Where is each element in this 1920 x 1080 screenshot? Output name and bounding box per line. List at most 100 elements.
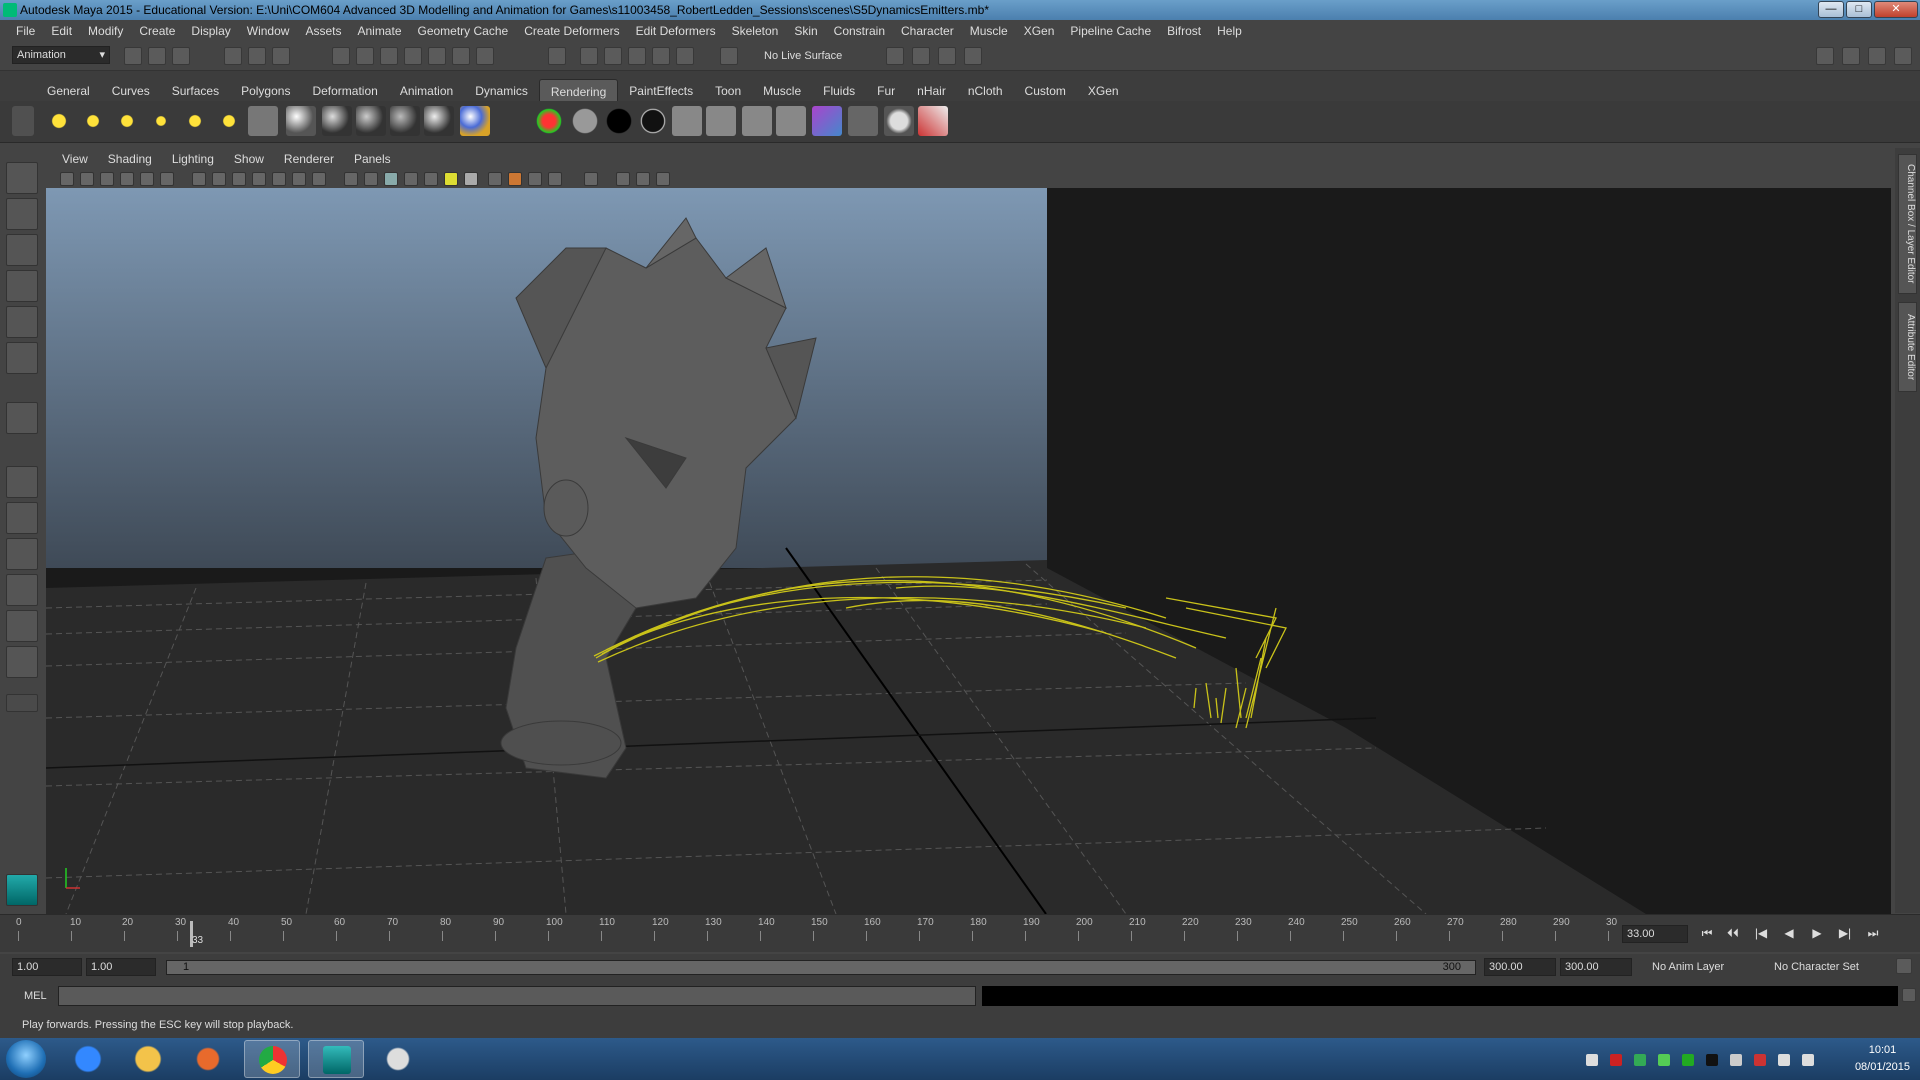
panel-menu-renderer[interactable]: Renderer xyxy=(274,152,344,166)
animation-preferences-icon[interactable] xyxy=(1896,958,1912,974)
go-to-start-button[interactable]: ⏮ xyxy=(1696,926,1718,942)
chrome-icon[interactable] xyxy=(244,1040,300,1078)
mel-command-input[interactable] xyxy=(58,986,976,1006)
anti-aliasing-icon[interactable] xyxy=(528,172,542,186)
new-scene-icon[interactable] xyxy=(124,47,142,65)
textured-icon[interactable] xyxy=(424,172,438,186)
play-forwards-button[interactable]: ▶ xyxy=(1806,926,1828,942)
panel-menu-panels[interactable]: Panels xyxy=(344,152,401,166)
two-d-pan-icon[interactable] xyxy=(140,172,154,186)
last-tool-icon[interactable] xyxy=(6,402,38,434)
render-view-icon[interactable] xyxy=(676,47,694,65)
select-hierarchy-icon[interactable] xyxy=(224,47,242,65)
four-view-layout-icon[interactable] xyxy=(6,502,38,534)
menu-assets[interactable]: Assets xyxy=(297,24,349,38)
open-scene-icon[interactable] xyxy=(148,47,166,65)
sidebar-toggle-icon[interactable] xyxy=(886,47,904,65)
paint-brush-icon[interactable] xyxy=(918,106,948,136)
bookmarks-icon[interactable] xyxy=(100,172,114,186)
smooth-shade-icon[interactable] xyxy=(364,172,378,186)
xray-components-icon[interactable] xyxy=(636,172,650,186)
anim-layer-dropdown[interactable]: No Anim Layer xyxy=(1652,961,1724,973)
snap-point-icon[interactable] xyxy=(380,47,398,65)
area-light-icon[interactable] xyxy=(180,106,210,136)
close-button[interactable]: ✕ xyxy=(1874,1,1918,18)
xray-icon[interactable] xyxy=(404,172,418,186)
shading-sphere-icon[interactable] xyxy=(884,106,914,136)
menu-pipeline-cache[interactable]: Pipeline Cache xyxy=(1062,24,1159,38)
grid-toggle-icon[interactable] xyxy=(192,172,206,186)
mel-label[interactable]: MEL xyxy=(24,990,47,1002)
phonge-shader-icon[interactable] xyxy=(390,106,420,136)
animation-start-field[interactable]: 1.00 xyxy=(12,958,82,976)
render-settings-shelf-icon[interactable] xyxy=(776,106,806,136)
ipr-icon[interactable] xyxy=(706,106,736,136)
shelf-tab-ncloth[interactable]: nCloth xyxy=(957,79,1014,101)
media-player-icon[interactable] xyxy=(180,1040,236,1078)
internet-explorer-icon[interactable] xyxy=(60,1040,116,1078)
playback-start-field[interactable]: 1.00 xyxy=(86,958,156,976)
shelf-tab-fur[interactable]: Fur xyxy=(866,79,906,101)
gate-mask-icon[interactable] xyxy=(252,172,266,186)
snap-grid-icon[interactable] xyxy=(332,47,350,65)
menu-display[interactable]: Display xyxy=(183,24,238,38)
step-back-frame-button[interactable]: |◀ xyxy=(1750,926,1772,942)
select-object-icon[interactable] xyxy=(248,47,266,65)
shelf-tab-custom[interactable]: Custom xyxy=(1014,79,1077,101)
ipr-render-icon[interactable] xyxy=(604,47,622,65)
shelf-tab-dynamics[interactable]: Dynamics xyxy=(464,79,539,101)
ramp-shader-icon[interactable] xyxy=(460,106,490,136)
shelf-tab-animation[interactable]: Animation xyxy=(389,79,464,101)
shelf-tab-muscle[interactable]: Muscle xyxy=(752,79,812,101)
maya-taskbar-icon[interactable] xyxy=(308,1040,364,1078)
menu-window[interactable]: Window xyxy=(239,24,298,38)
step-back-key-button[interactable]: ⏴⏴ xyxy=(1722,926,1744,942)
menu-animate[interactable]: Animate xyxy=(349,24,409,38)
shelf-tab-general[interactable]: General xyxy=(36,79,101,101)
menu-constrain[interactable]: Constrain xyxy=(826,24,893,38)
play-backwards-button[interactable]: ◀ xyxy=(1778,926,1800,942)
render-settings-icon[interactable] xyxy=(628,47,646,65)
help-question-icon[interactable] xyxy=(476,47,494,65)
panel-menu-lighting[interactable]: Lighting xyxy=(162,152,224,166)
menu-file[interactable]: File xyxy=(8,24,43,38)
wireframe-icon[interactable] xyxy=(344,172,358,186)
shelf-tab-polygons[interactable]: Polygons xyxy=(230,79,301,101)
attribute-editor-toggle-icon[interactable] xyxy=(1842,47,1860,65)
menu-create-deformers[interactable]: Create Deformers xyxy=(516,24,627,38)
tray-adobe-icon[interactable] xyxy=(1610,1054,1622,1066)
render-icon[interactable] xyxy=(672,106,702,136)
wireframe-on-shaded-icon[interactable] xyxy=(384,172,398,186)
safe-action-icon[interactable] xyxy=(292,172,306,186)
isolate-select-icon[interactable] xyxy=(584,172,598,186)
tool-settings-icon[interactable] xyxy=(1868,47,1886,65)
minimize-button[interactable]: — xyxy=(1818,1,1844,18)
taskbar-clock[interactable]: 10:01 08/01/2015 xyxy=(1855,1042,1910,1076)
modeling-toolkit-icon[interactable] xyxy=(1816,47,1834,65)
select-camera-icon[interactable] xyxy=(60,172,74,186)
grease-pencil-icon[interactable] xyxy=(160,172,174,186)
construction-history-icon[interactable] xyxy=(548,47,566,65)
shelf-tab-xgen[interactable]: XGen xyxy=(1077,79,1130,101)
panel-menu-show[interactable]: Show xyxy=(224,152,274,166)
maximize-button[interactable]: □ xyxy=(1846,1,1872,18)
menu-edit[interactable]: Edit xyxy=(43,24,80,38)
shadows-icon[interactable] xyxy=(464,172,478,186)
tray-volume-icon[interactable] xyxy=(1802,1054,1814,1066)
tray-flag-icon[interactable] xyxy=(1754,1054,1766,1066)
tray-device-icon[interactable] xyxy=(1730,1054,1742,1066)
magnet-icon[interactable] xyxy=(720,47,738,65)
camera-attributes-icon[interactable] xyxy=(80,172,94,186)
xray-joints-icon[interactable] xyxy=(616,172,630,186)
menu-skin[interactable]: Skin xyxy=(786,24,825,38)
menu-modify[interactable]: Modify xyxy=(80,24,131,38)
render-layer-icon[interactable] xyxy=(848,106,878,136)
select-tool-icon[interactable] xyxy=(6,162,38,194)
menu-bifrost[interactable]: Bifrost xyxy=(1159,24,1209,38)
anisotropic-shader-icon[interactable] xyxy=(424,106,454,136)
film-gate-icon[interactable] xyxy=(212,172,226,186)
outliner-persp-layout-icon[interactable] xyxy=(6,646,38,678)
image-plane-icon[interactable] xyxy=(120,172,134,186)
use-all-lights-icon[interactable] xyxy=(444,172,458,186)
more-layouts-icon[interactable] xyxy=(6,694,38,712)
